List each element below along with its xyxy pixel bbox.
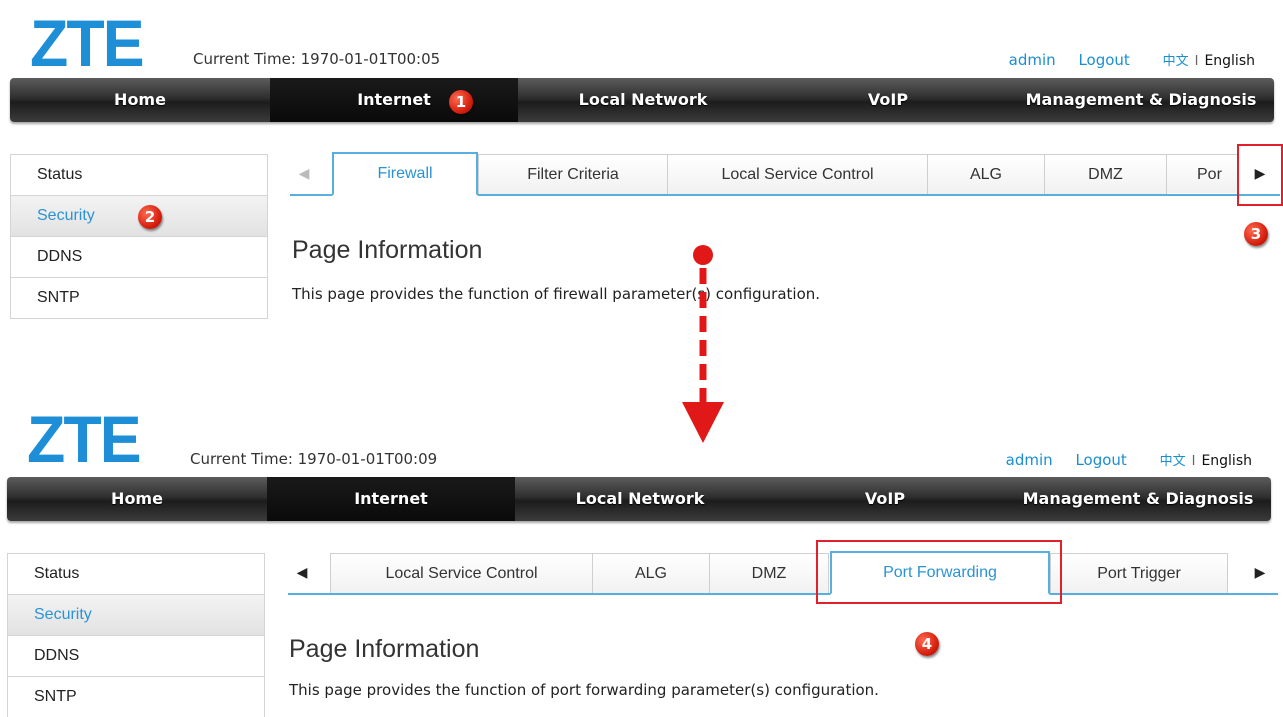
lang-english-link[interactable]: English bbox=[1201, 453, 1252, 469]
nav-internet[interactable]: Internet bbox=[270, 78, 518, 122]
tab-alg[interactable]: ALG bbox=[592, 553, 710, 593]
screenshot-after: ZTE Current Time: 1970-01-01T00:09 admin… bbox=[0, 398, 1283, 717]
lang-separator: I bbox=[1194, 54, 1199, 69]
nav-voip[interactable]: VoIP bbox=[768, 78, 1008, 122]
sidebar: Status Security DDNS SNTP bbox=[10, 154, 268, 319]
sidebar-item-status[interactable]: Status bbox=[11, 155, 267, 196]
current-time: Current Time: 1970-01-01T00:05 bbox=[193, 50, 441, 68]
logout-link[interactable]: Logout bbox=[1075, 451, 1126, 469]
highlight-port-forwarding bbox=[816, 540, 1062, 604]
sidebar-item-ddns[interactable]: DDNS bbox=[11, 237, 267, 278]
page-info-title: Page Information bbox=[289, 635, 480, 663]
tab-scroll-left-icon[interactable]: ◀ bbox=[288, 553, 316, 593]
tab-firewall[interactable]: Firewall bbox=[332, 152, 478, 196]
sidebar-item-sntp[interactable]: SNTP bbox=[11, 278, 267, 319]
sidebar-item-status[interactable]: Status bbox=[8, 554, 264, 595]
tab-bar: ◀ Firewall Filter Criteria Local Service… bbox=[290, 152, 1280, 196]
tab-bar: ◀ Local Service Control ALG DMZ Port For… bbox=[288, 551, 1278, 595]
callout-3: 3 bbox=[1244, 222, 1268, 246]
tab-port-trigger[interactable]: Port Trigger bbox=[1050, 553, 1228, 593]
tab-port-truncated[interactable]: Por bbox=[1166, 154, 1238, 193]
callout-1: 1 bbox=[449, 90, 473, 114]
tab-local-service-control[interactable]: Local Service Control bbox=[330, 553, 593, 593]
admin-link[interactable]: admin bbox=[1006, 451, 1053, 469]
lang-separator: I bbox=[1191, 454, 1196, 469]
sidebar-item-sntp[interactable]: SNTP bbox=[8, 677, 264, 717]
zte-logo: ZTE bbox=[27, 402, 142, 476]
tab-scroll-left-icon[interactable]: ◀ bbox=[290, 154, 318, 194]
sidebar-item-ddns[interactable]: DDNS bbox=[8, 636, 264, 677]
current-time: Current Time: 1970-01-01T00:09 bbox=[190, 450, 438, 468]
tab-dmz[interactable]: DMZ bbox=[1044, 154, 1167, 194]
lang-chinese-link[interactable]: 中文 bbox=[1163, 54, 1189, 69]
user-bar: admin Logout 中文 I English bbox=[988, 450, 1252, 469]
tab-dmz[interactable]: DMZ bbox=[709, 553, 829, 593]
sidebar-item-security[interactable]: Security bbox=[8, 595, 264, 636]
page-info-title: Page Information bbox=[292, 236, 483, 264]
page-info-description: This page provides the function of firew… bbox=[292, 285, 821, 303]
nav-management-diagnosis[interactable]: Management & Diagnosis bbox=[1005, 477, 1271, 521]
tab-alg[interactable]: ALG bbox=[927, 154, 1045, 194]
nav-internet[interactable]: Internet bbox=[267, 477, 515, 521]
main-nav: Home Internet Local Network VoIP Managem… bbox=[7, 477, 1271, 521]
nav-voip[interactable]: VoIP bbox=[765, 477, 1005, 521]
zte-logo: ZTE bbox=[30, 6, 145, 80]
tab-filter-criteria[interactable]: Filter Criteria bbox=[478, 154, 668, 194]
screenshot-before: ZTE Current Time: 1970-01-01T00:05 admin… bbox=[0, 0, 1283, 330]
lang-chinese-link[interactable]: 中文 bbox=[1160, 454, 1186, 469]
callout-2: 2 bbox=[138, 205, 162, 229]
lang-english-link[interactable]: English bbox=[1204, 53, 1255, 69]
tab-scroll-right-icon[interactable]: ▶ bbox=[1246, 553, 1274, 593]
page-info-description: This page provides the function of port … bbox=[289, 681, 879, 699]
nav-management-diagnosis[interactable]: Management & Diagnosis bbox=[1008, 78, 1274, 122]
tab-local-service-control[interactable]: Local Service Control bbox=[667, 154, 928, 194]
nav-local-network[interactable]: Local Network bbox=[518, 78, 768, 122]
sidebar: Status Security DDNS SNTP bbox=[7, 553, 265, 717]
admin-link[interactable]: admin bbox=[1009, 51, 1056, 69]
tab-underline bbox=[288, 593, 1278, 595]
callout-4: 4 bbox=[915, 632, 939, 656]
main-nav: Home Internet Local Network VoIP Managem… bbox=[10, 78, 1274, 122]
nav-local-network[interactable]: Local Network bbox=[515, 477, 765, 521]
highlight-scroll-right bbox=[1237, 144, 1283, 206]
logout-link[interactable]: Logout bbox=[1078, 51, 1129, 69]
nav-home[interactable]: Home bbox=[7, 477, 267, 521]
nav-home[interactable]: Home bbox=[10, 78, 270, 122]
user-bar: admin Logout 中文 I English bbox=[991, 50, 1255, 69]
